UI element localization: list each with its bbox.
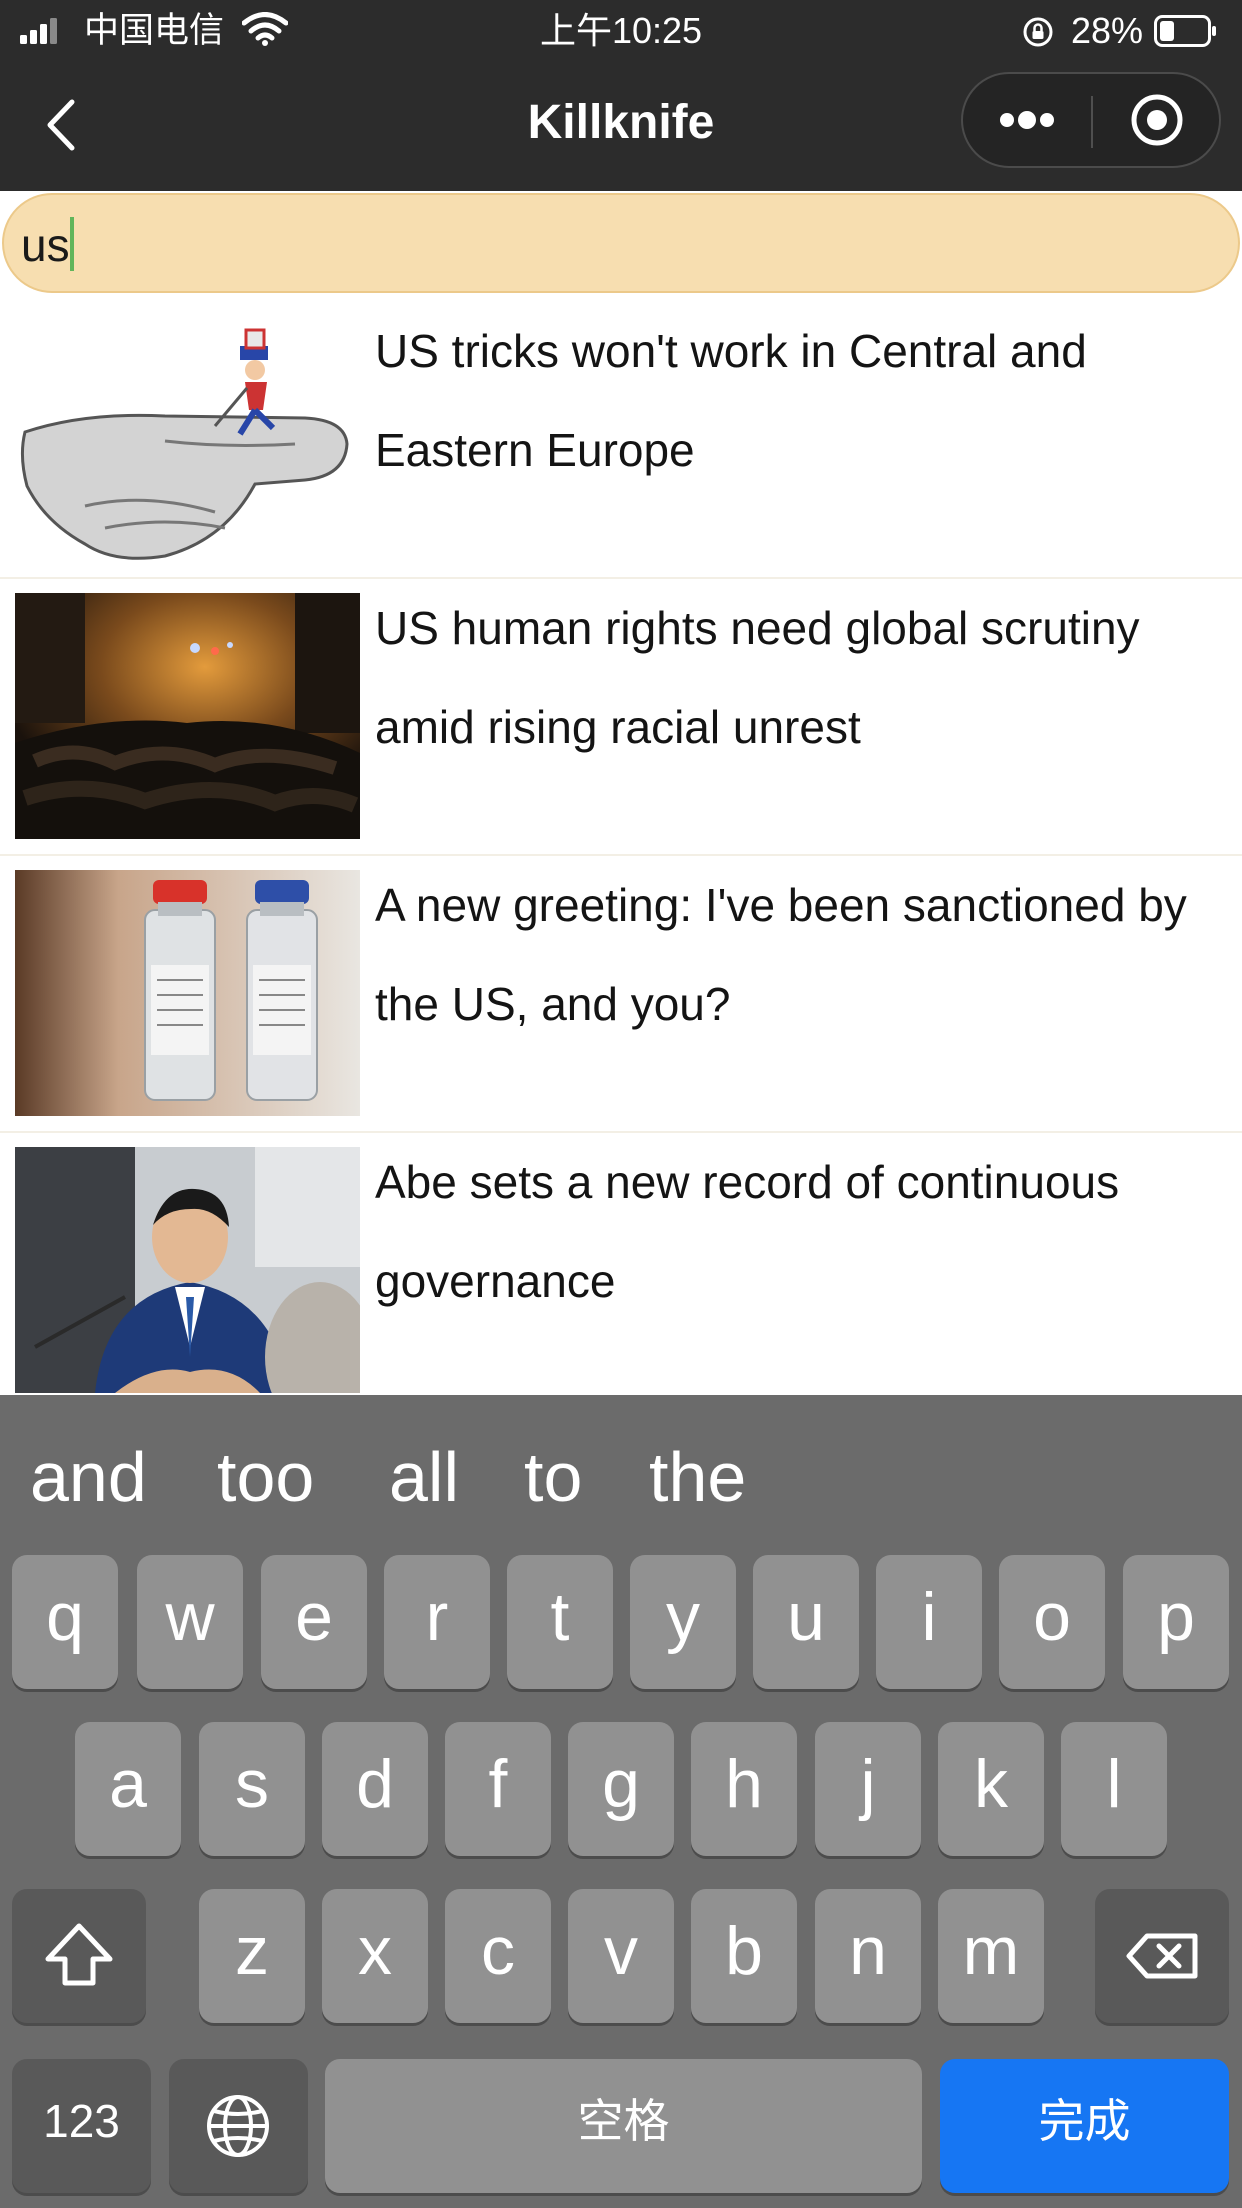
key-e[interactable]: e: [261, 1555, 367, 1689]
shift-arrow-icon: [45, 1923, 113, 1986]
rotation-lock-icon: [1023, 17, 1053, 47]
search-input[interactable]: us: [2, 193, 1240, 293]
battery-percentage: 28%: [1071, 10, 1144, 51]
suggestion-item[interactable]: all: [389, 1437, 459, 1517]
article-thumbnail: [15, 1147, 360, 1393]
suggestion-item[interactable]: the: [649, 1437, 746, 1517]
space-key[interactable]: 空格: [325, 2059, 922, 2193]
mini-program-capsule: [961, 72, 1221, 168]
article-title: US tricks won't work in Central and East…: [375, 325, 1087, 476]
more-dots-icon[interactable]: [963, 74, 1091, 166]
navigation-bar: Killknife: [0, 62, 1242, 191]
key-l[interactable]: l: [1061, 1722, 1167, 1856]
backspace-icon: [1126, 1933, 1198, 1979]
key-c[interactable]: c: [445, 1889, 551, 2023]
article-title: US human rights need global scrutiny ami…: [375, 602, 1140, 753]
key-w[interactable]: w: [137, 1555, 243, 1689]
numbers-key[interactable]: 123: [12, 2059, 151, 2193]
keyboard: and too all to the q w e r t y u i o p a…: [0, 1395, 1242, 2208]
done-key[interactable]: 完成: [940, 2059, 1229, 2193]
key-y[interactable]: y: [630, 1555, 736, 1689]
key-v[interactable]: v: [568, 1889, 674, 2023]
key-i[interactable]: i: [876, 1555, 982, 1689]
text-caret: [70, 217, 74, 271]
article-thumbnail: [15, 316, 360, 562]
close-target-icon[interactable]: [1093, 74, 1221, 166]
article-title: A new greeting: I've been sanctioned by …: [375, 879, 1187, 1030]
key-s[interactable]: s: [199, 1722, 305, 1856]
list-item[interactable]: US tricks won't work in Central and East…: [0, 302, 1242, 579]
shift-key[interactable]: [12, 1889, 146, 2023]
article-thumbnail: [15, 593, 360, 839]
key-a[interactable]: a: [75, 1722, 181, 1856]
globe-key[interactable]: [169, 2059, 308, 2193]
key-n[interactable]: n: [815, 1889, 921, 2023]
battery-icon: [1154, 15, 1216, 47]
key-g[interactable]: g: [568, 1722, 674, 1856]
key-m[interactable]: m: [938, 1889, 1044, 2023]
search-input-value: us: [21, 219, 70, 271]
globe-icon: [207, 2095, 269, 2157]
suggestion-bar: and too all to the: [0, 1395, 1242, 1551]
list-item[interactable]: Abe sets a new record of continuous gove…: [0, 1133, 1242, 1397]
key-x[interactable]: x: [322, 1889, 428, 2023]
suggestion-item[interactable]: too: [217, 1437, 314, 1517]
list-item[interactable]: US human rights need global scrutiny ami…: [0, 579, 1242, 856]
key-r[interactable]: r: [384, 1555, 490, 1689]
key-k[interactable]: k: [938, 1722, 1044, 1856]
backspace-key[interactable]: [1095, 1889, 1229, 2023]
status-time: 上午10:25: [539, 10, 703, 51]
suggestion-item[interactable]: and: [30, 1437, 147, 1517]
key-p[interactable]: p: [1123, 1555, 1229, 1689]
key-h[interactable]: h: [691, 1722, 797, 1856]
list-item[interactable]: A new greeting: I've been sanctioned by …: [0, 856, 1242, 1133]
key-b[interactable]: b: [691, 1889, 797, 2023]
status-bar: 中国电信 上午10:25 28%: [0, 0, 1242, 62]
key-u[interactable]: u: [753, 1555, 859, 1689]
suggestion-item[interactable]: to: [524, 1437, 582, 1517]
key-q[interactable]: q: [12, 1555, 118, 1689]
key-f[interactable]: f: [445, 1722, 551, 1856]
article-thumbnail: [15, 870, 360, 1116]
key-o[interactable]: o: [999, 1555, 1105, 1689]
key-t[interactable]: t: [507, 1555, 613, 1689]
key-d[interactable]: d: [322, 1722, 428, 1856]
key-z[interactable]: z: [199, 1889, 305, 2023]
top-bar: 中国电信 上午10:25 28% Killknife: [0, 0, 1242, 191]
article-title: Abe sets a new record of continuous gove…: [375, 1156, 1120, 1307]
key-j[interactable]: j: [815, 1722, 921, 1856]
